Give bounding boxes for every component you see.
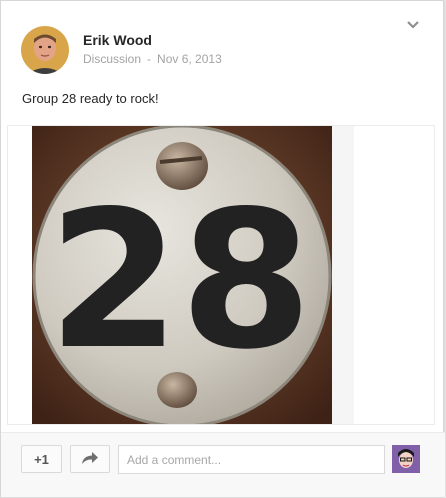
post-card: Erik Wood Discussion - Nov 6, 2013 Group 2… — [0, 0, 445, 497]
author-avatar[interactable] — [21, 26, 69, 74]
plus-one-button[interactable]: +1 — [21, 445, 62, 473]
post-meta: Discussion - Nov 6, 2013 — [83, 52, 222, 66]
meta-separator: - — [147, 52, 152, 66]
share-button[interactable] — [70, 445, 110, 473]
numbered-tag-photo[interactable]: 28 — [32, 126, 332, 424]
author-name[interactable]: Erik Wood — [83, 32, 152, 48]
post-footer: +1 — [1, 433, 445, 497]
post-category[interactable]: Discussion — [83, 52, 141, 66]
post-date[interactable]: Nov 6, 2013 — [157, 52, 222, 66]
post-text: Group 28 ready to rock! — [22, 91, 159, 106]
share-arrow-icon — [81, 451, 99, 468]
tag-number: 28 — [48, 170, 312, 391]
chevron-down-icon[interactable] — [405, 17, 421, 33]
photo-container[interactable]: 28 — [7, 125, 435, 425]
photo-side-strip — [332, 126, 354, 424]
comment-input[interactable] — [118, 445, 385, 474]
current-user-avatar[interactable] — [392, 445, 420, 473]
